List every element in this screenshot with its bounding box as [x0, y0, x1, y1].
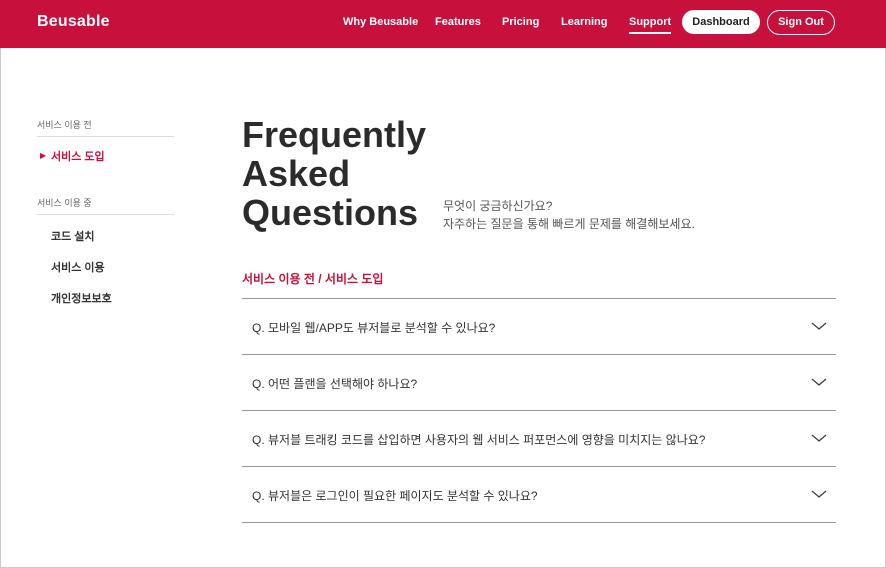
- sidebar-item-code-install[interactable]: 코드 설치: [51, 228, 95, 244]
- nav-pricing[interactable]: Pricing: [502, 16, 539, 28]
- chevron-down-icon[interactable]: [811, 321, 827, 331]
- title-line: Frequently: [242, 114, 427, 155]
- sidebar-group-before-use: 서비스 이용 전: [37, 118, 174, 137]
- faq-item[interactable]: Q. 어떤 플랜을 선택해야 하나요?: [242, 355, 836, 411]
- title-line: Asked: [242, 153, 351, 194]
- intro-line: 자주하는 질문을 통해 빠르게 문제를 해결해보세요.: [443, 217, 695, 231]
- beusable-logo[interactable]: Beusable: [37, 13, 110, 31]
- faq-question: Q. 뷰저블 트래킹 코드를 삽입하면 사용자의 웹 서비스 퍼포먼스에 영향을…: [252, 433, 706, 447]
- sidebar-item-privacy[interactable]: 개인정보보호: [51, 290, 112, 306]
- intro-line: 무엇이 궁금하신가요?: [443, 199, 553, 213]
- nav-features[interactable]: Features: [435, 16, 481, 28]
- nav-support[interactable]: Support: [629, 16, 672, 34]
- nav-learning[interactable]: Learning: [561, 16, 607, 28]
- active-caret-icon: ▶: [40, 151, 47, 160]
- faq-question: Q. 어떤 플랜을 선택해야 하나요?: [252, 377, 418, 391]
- faq-item[interactable]: Q. 모바일 웹/APP도 뷰저블로 분석할 수 있나요?: [242, 299, 836, 355]
- sidebar-group-in-use: 서비스 이용 중: [37, 196, 174, 215]
- faq-list: Q. 모바일 웹/APP도 뷰저블로 분석할 수 있나요? Q. 어떤 플랜을 …: [242, 298, 836, 523]
- faq-item[interactable]: Q. 뷰저블 트래킹 코드를 삽입하면 사용자의 웹 서비스 퍼포먼스에 영향을…: [242, 411, 836, 467]
- sidebar-item-service-adoption[interactable]: 서비스 도입: [51, 148, 105, 164]
- faq-item[interactable]: Q. 뷰저블은 로그인이 필요한 페이지도 분석할 수 있나요?: [242, 467, 836, 523]
- sidebar-item-service-use[interactable]: 서비스 이용: [51, 259, 105, 275]
- chevron-down-icon[interactable]: [811, 489, 827, 499]
- top-navigation-bar: Beusable Why Beusable Features Pricing L…: [0, 0, 886, 48]
- page-title: Frequently Asked Questions: [242, 115, 426, 232]
- chevron-down-icon[interactable]: [811, 377, 827, 387]
- title-line: Questions: [242, 192, 419, 233]
- faq-question: Q. 모바일 웹/APP도 뷰저블로 분석할 수 있나요?: [252, 321, 496, 335]
- breadcrumb: 서비스 이용 전 / 서비스 도입: [242, 272, 384, 286]
- dashboard-button[interactable]: Dashboard: [682, 10, 760, 34]
- chevron-down-icon[interactable]: [811, 433, 827, 443]
- nav-why-beusable[interactable]: Why Beusable: [343, 16, 418, 28]
- sign-out-button[interactable]: Sign Out: [767, 10, 835, 35]
- faq-question: Q. 뷰저블은 로그인이 필요한 페이지도 분석할 수 있나요?: [252, 489, 538, 503]
- intro-text: 무엇이 궁금하신가요? 자주하는 질문을 통해 빠르게 문제를 해결해보세요.: [443, 197, 695, 233]
